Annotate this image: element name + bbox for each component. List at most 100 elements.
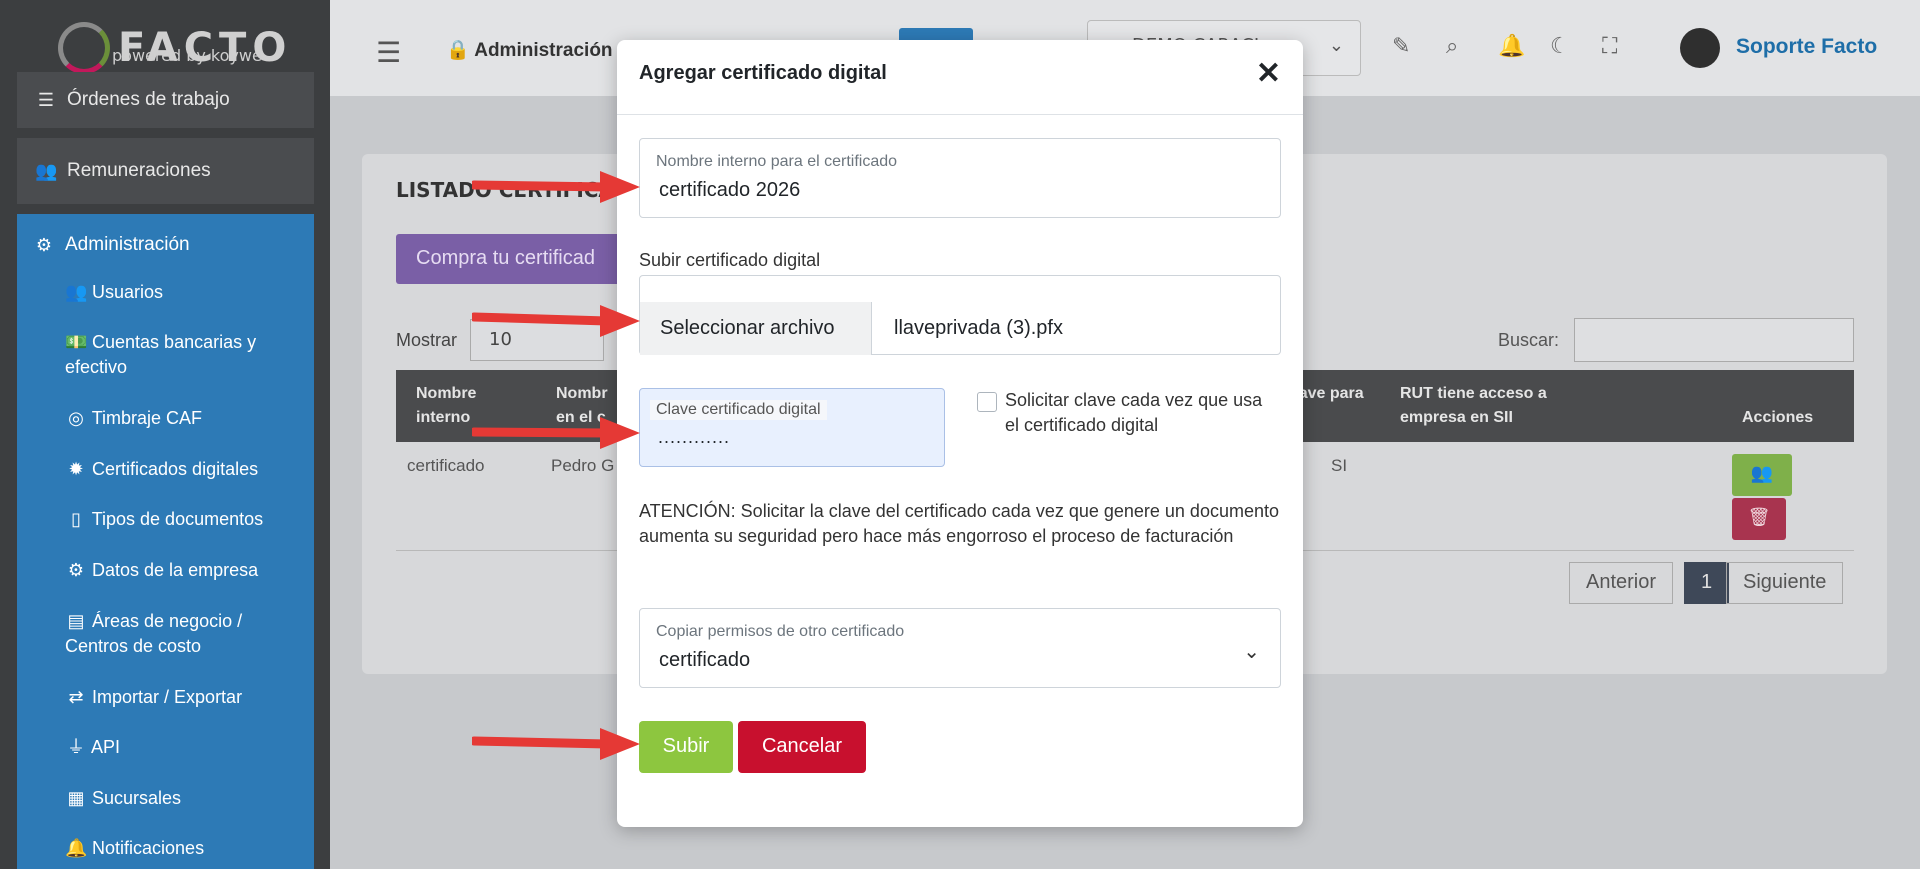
pagination-prev[interactable]: Anterior	[1569, 562, 1674, 604]
column-header[interactable]: RUT tiene acceso a empresa en SII	[1400, 382, 1560, 430]
password-label: Clave certificado digital	[650, 400, 827, 420]
document-icon: ▯	[71, 509, 81, 529]
sidebar-item-label: Remuneraciones	[67, 160, 211, 181]
building-icon: ▦	[67, 788, 85, 808]
gear-icon: ⚙	[67, 560, 85, 580]
breadcrumb-label: Administración	[474, 40, 613, 61]
annotation-arrow-icon	[472, 171, 640, 203]
permissions-button[interactable]: 👥	[1732, 454, 1792, 496]
sidebar: FACTO powered by koywe ☰ Órdenes de trab…	[0, 0, 330, 869]
sidebar-item-tipos-documentos[interactable]: ▯ Tipos de documentos	[65, 507, 305, 532]
certificate-icon: ✹	[68, 459, 84, 479]
sidebar-item-label: Usuarios	[92, 282, 164, 302]
annotation-arrow-icon	[472, 305, 640, 337]
fullscreen-icon[interactable]: ⛶	[1602, 34, 1617, 59]
sidebar-item-ordenes[interactable]: ☰ Órdenes de trabajo	[17, 72, 314, 128]
search-icon[interactable]: ⌕	[1446, 34, 1458, 59]
sidebar-item-remuneraciones[interactable]: 👥 Remuneraciones	[17, 138, 314, 204]
sidebar-item-label: API	[91, 737, 121, 757]
plug-icon: ⏚	[67, 737, 85, 757]
modal-title: Agregar certificado digital	[639, 62, 887, 84]
certificate-file-input[interactable]: Seleccionar archivo llaveprivada (3).pfx	[639, 275, 1281, 355]
sidebar-admin-section: ⚙ Administración 👥 Usuarios 💵 Cuentas ba…	[17, 214, 314, 869]
certificate-name-value: certificado 2026	[659, 179, 801, 201]
money-icon: 💵	[65, 332, 88, 352]
security-warning: ATENCIÓN: Solicitar la clave del certifi…	[639, 501, 1279, 546]
annotation-arrow-icon	[472, 417, 640, 449]
search-label: Buscar:	[1498, 330, 1560, 350]
select-file-button[interactable]: Seleccionar archivo	[640, 302, 872, 355]
sidebar-item-label: Tipos de documentos	[91, 509, 264, 529]
topbar-action-button[interactable]	[899, 28, 973, 40]
list-icon: ☰	[37, 89, 55, 110]
sidebar-item-label: Órdenes de trabajo	[67, 89, 230, 110]
bell-icon[interactable]: 🔔	[1498, 34, 1525, 59]
sidebar-item-cuentas[interactable]: 💵 Cuentas bancarias y efectivo	[65, 330, 305, 380]
copy-permissions-label: Copiar permisos de otro certificado	[656, 623, 905, 640]
copy-permissions-select[interactable]: Copiar permisos de otro certificado cert…	[639, 608, 1281, 688]
breadcrumb[interactable]: 🔒 Administración	[446, 38, 613, 62]
sidebar-item-notificaciones[interactable]: 🔔 Notificaciones	[65, 836, 305, 861]
sidebar-item-administracion[interactable]: ⚙ Administración	[33, 234, 190, 256]
pagination-page[interactable]: 1	[1684, 562, 1730, 604]
sidebar-item-label: Importar / Exportar	[92, 687, 243, 707]
sidebar-item-label: Cuentas bancarias y efectivo	[65, 332, 257, 377]
table-cell: certificado	[407, 456, 485, 475]
gears-icon: ⚙	[35, 234, 53, 255]
selected-file-name: llaveprivada (3).pfx	[894, 317, 1063, 339]
hamburger-menu-icon[interactable]: ☰	[376, 36, 401, 69]
search-input[interactable]	[1574, 318, 1854, 362]
sidebar-item-label: Sucursales	[92, 788, 182, 808]
logo-subtitle: powered by koywe	[112, 46, 262, 65]
sidebar-item-importar-exportar[interactable]: ⇄ Importar / Exportar	[65, 685, 305, 710]
user-name[interactable]: Soporte Facto	[1736, 35, 1877, 59]
upload-label: Subir certificado digital	[639, 250, 821, 270]
sidebar-item-timbraje[interactable]: ◎ Timbraje CAF	[65, 406, 305, 431]
buy-certificate-button[interactable]: Compra tu certificad	[396, 234, 646, 284]
ask-password-checkbox[interactable]	[977, 392, 997, 412]
pagination-next[interactable]: Siguiente	[1726, 562, 1844, 604]
sidebar-item-api[interactable]: ⏚ API	[65, 735, 305, 760]
sidebar-item-usuarios[interactable]: 👥 Usuarios	[65, 280, 305, 305]
table-cell: SI	[1331, 456, 1348, 475]
page-length-label: Mostrar	[396, 330, 458, 350]
submit-button[interactable]: Subir	[639, 721, 733, 773]
sidebar-item-certificados[interactable]: ✹ Certificados digitales	[65, 457, 305, 482]
sidebar-item-label: Certificados digitales	[92, 459, 259, 479]
cancel-button[interactable]: Cancelar	[738, 721, 866, 773]
chevron-down-icon: ⌄	[1328, 35, 1344, 56]
sidebar-item-areas-negocio[interactable]: ▤ Áreas de negocio / Centros de costo	[65, 609, 305, 659]
sidebar-item-label: Administración	[65, 234, 190, 255]
target-icon: ◎	[68, 408, 84, 428]
sidebar-item-label: Timbraje CAF	[91, 408, 203, 428]
bell-icon: 🔔	[65, 838, 88, 858]
certificate-name-field[interactable]: Nombre interno para el certificado certi…	[639, 138, 1281, 218]
copy-permissions-value: certificado	[659, 649, 751, 671]
password-value: ............	[658, 427, 731, 447]
modal-divider	[617, 114, 1303, 115]
archive-icon: ▤	[67, 611, 85, 631]
ask-password-label[interactable]: Solicitar clave cada vez que usa el cert…	[1005, 388, 1275, 438]
signature-icon[interactable]: ✎	[1392, 34, 1410, 59]
close-icon[interactable]: ✕	[1256, 56, 1281, 91]
users-icon: 👥	[65, 282, 88, 302]
sidebar-item-label: Notificaciones	[92, 838, 205, 858]
avatar[interactable]	[1680, 28, 1720, 68]
moon-icon[interactable]: ☾	[1550, 34, 1570, 59]
sidebar-item-label: Datos de la empresa	[92, 560, 259, 580]
certificate-name-label: Nombre interno para el certificado	[656, 153, 898, 170]
delete-button[interactable]: 🗑	[1732, 498, 1786, 540]
exchange-icon: ⇄	[68, 687, 84, 707]
users-icon: 👥	[35, 160, 58, 181]
annotation-arrow-icon	[472, 728, 640, 760]
add-certificate-modal: Agregar certificado digital ✕ Nombre int…	[617, 40, 1303, 827]
facto-logo-icon	[58, 22, 110, 74]
sidebar-item-label: Áreas de negocio / Centros de costo	[65, 611, 243, 656]
column-header: Acciones	[1742, 409, 1814, 426]
chevron-down-icon: ⌄	[1243, 641, 1260, 663]
trash-icon: 🗑	[1747, 507, 1771, 528]
certificate-password-field[interactable]: Clave certificado digital ............	[639, 388, 945, 467]
users-icon: 👥	[1750, 463, 1774, 484]
sidebar-item-sucursales[interactable]: ▦ Sucursales	[65, 786, 305, 811]
sidebar-item-datos-empresa[interactable]: ⚙ Datos de la empresa	[65, 558, 305, 583]
